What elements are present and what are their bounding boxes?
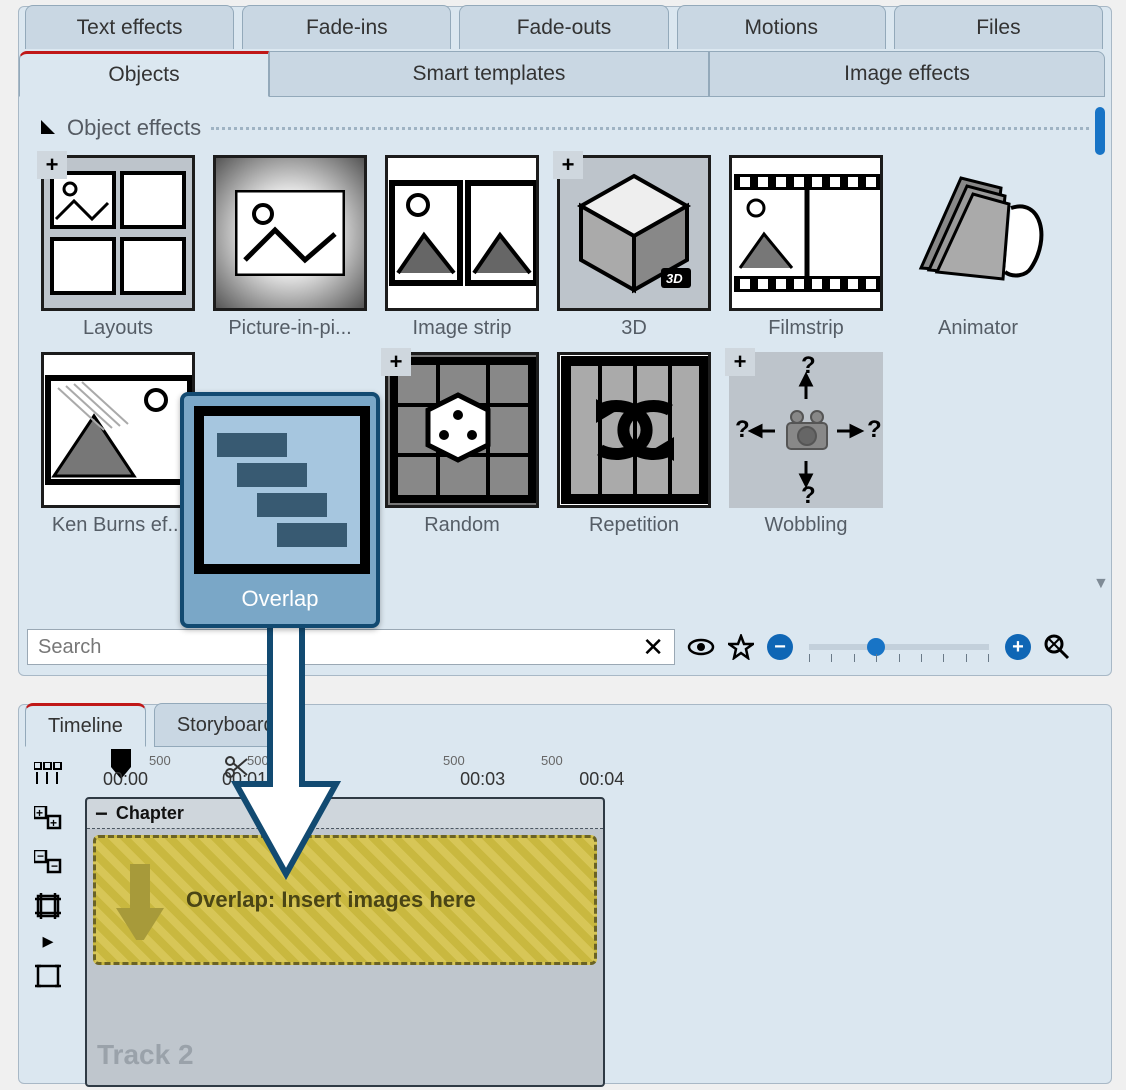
expand-icon[interactable]: + — [37, 151, 67, 179]
effect-repetition[interactable]: Repetition — [557, 352, 711, 537]
timeline-body: ++ −− ▸ 500 500 500 500 00:00 00:01 00:0… — [19, 751, 1111, 1083]
effect-label: Repetition — [557, 514, 711, 537]
top-tab-row: Text effects Fade-ins Fade-outs Motions … — [25, 5, 1103, 49]
eye-icon[interactable] — [687, 633, 715, 661]
star-icon[interactable] — [727, 633, 755, 661]
effect-animator[interactable]: Animator — [901, 155, 1055, 340]
effect-ken-burns[interactable]: Ken Burns ef... — [41, 352, 195, 537]
vertical-scrollbar[interactable]: ▼ — [1093, 107, 1107, 587]
effect-label: Wobbling — [729, 514, 883, 537]
effect-layouts[interactable]: + Layouts — [41, 155, 195, 340]
svg-text:3D: 3D — [666, 271, 683, 286]
tab-motions[interactable]: Motions — [677, 5, 886, 49]
down-arrow-icon — [112, 860, 168, 940]
effect-label: Filmstrip — [729, 317, 883, 340]
effect-wobbling[interactable]: + ? ? ? ? — [729, 352, 883, 537]
tab-image-effects[interactable]: Image effects — [709, 51, 1105, 97]
tab-fade-outs[interactable]: Fade-outs — [459, 5, 668, 49]
svg-text:+: + — [36, 806, 43, 820]
section-header[interactable]: Object effects — [41, 115, 1089, 141]
tool-dropdown-icon[interactable]: ▸ — [31, 935, 65, 947]
effect-3d[interactable]: + 3D 3D — [557, 155, 711, 340]
expand-icon[interactable]: + — [725, 348, 755, 376]
section-title: Object effects — [67, 115, 201, 141]
expand-icon[interactable]: + — [553, 151, 583, 179]
expand-icon[interactable]: + — [381, 348, 411, 376]
svg-text:?: ? — [801, 482, 816, 507]
svg-text:?: ? — [735, 416, 750, 443]
tab-fade-ins[interactable]: Fade-ins — [242, 5, 451, 49]
svg-text:?: ? — [801, 353, 816, 379]
drag-arrow-icon — [226, 624, 346, 884]
svg-text:−: − — [51, 859, 58, 873]
tab-text-effects[interactable]: Text effects — [25, 5, 234, 49]
ruler-labels: 00:00 00:01 00:02 00:03 00:04 — [103, 769, 624, 790]
tool-crop-icon[interactable] — [31, 891, 65, 921]
zoom-reset-icon[interactable] — [1043, 633, 1071, 661]
dragged-effect-overlap[interactable]: Overlap — [180, 392, 380, 628]
tool-subtract-icon[interactable]: −− — [31, 847, 65, 877]
zoom-out-button[interactable]: − — [767, 634, 793, 660]
effect-label: Ken Burns ef... — [41, 514, 195, 537]
sub-tab-row: Objects Smart templates Image effects — [19, 51, 1111, 97]
tab-timeline[interactable]: Timeline — [25, 703, 146, 747]
tab-objects[interactable]: Objects — [19, 51, 269, 97]
tab-files[interactable]: Files — [894, 5, 1103, 49]
overlap-thumb — [194, 406, 370, 574]
search-toolbar: Search ✕ − + — [27, 627, 1103, 667]
effect-filmstrip[interactable]: Filmstrip — [729, 155, 883, 340]
clear-icon[interactable]: ✕ — [642, 632, 664, 663]
chapter-title: Chapter — [116, 803, 184, 824]
effect-label: Layouts — [41, 317, 195, 340]
svg-text:?: ? — [867, 416, 882, 443]
effect-label: Image strip — [385, 317, 539, 340]
track-2-label: Track 2 — [97, 1039, 194, 1071]
section-divider — [211, 127, 1089, 130]
dragged-effect-label: Overlap — [194, 586, 366, 612]
timeline-panel: Timeline Storyboard ++ −− ▸ 500 500 500 … — [18, 704, 1112, 1084]
tool-add-icon[interactable]: ++ — [31, 803, 65, 833]
effect-picture-in-picture[interactable]: Picture-in-pi... — [213, 155, 367, 340]
tool-tracks-icon[interactable] — [31, 759, 65, 789]
tool-frame-icon[interactable] — [31, 961, 65, 991]
svg-text:−: − — [37, 850, 44, 863]
tab-smart-templates[interactable]: Smart templates — [269, 51, 709, 97]
search-placeholder: Search — [38, 636, 101, 659]
effect-label: Picture-in-pi... — [213, 317, 367, 340]
effect-label: Animator — [901, 317, 1055, 340]
effect-label: 3D — [557, 317, 711, 340]
zoom-slider[interactable] — [809, 644, 989, 650]
zoom-in-button[interactable]: + — [1005, 634, 1031, 660]
effect-random[interactable]: + Random — [385, 352, 539, 537]
timeline-tools: ++ −− ▸ — [25, 759, 71, 991]
effect-label: Random — [385, 514, 539, 537]
svg-text:+: + — [50, 816, 57, 830]
effect-image-strip[interactable]: Image strip — [385, 155, 539, 340]
drop-zone-text: Overlap: Insert images here — [186, 887, 476, 913]
search-input[interactable]: Search ✕ — [27, 629, 675, 665]
